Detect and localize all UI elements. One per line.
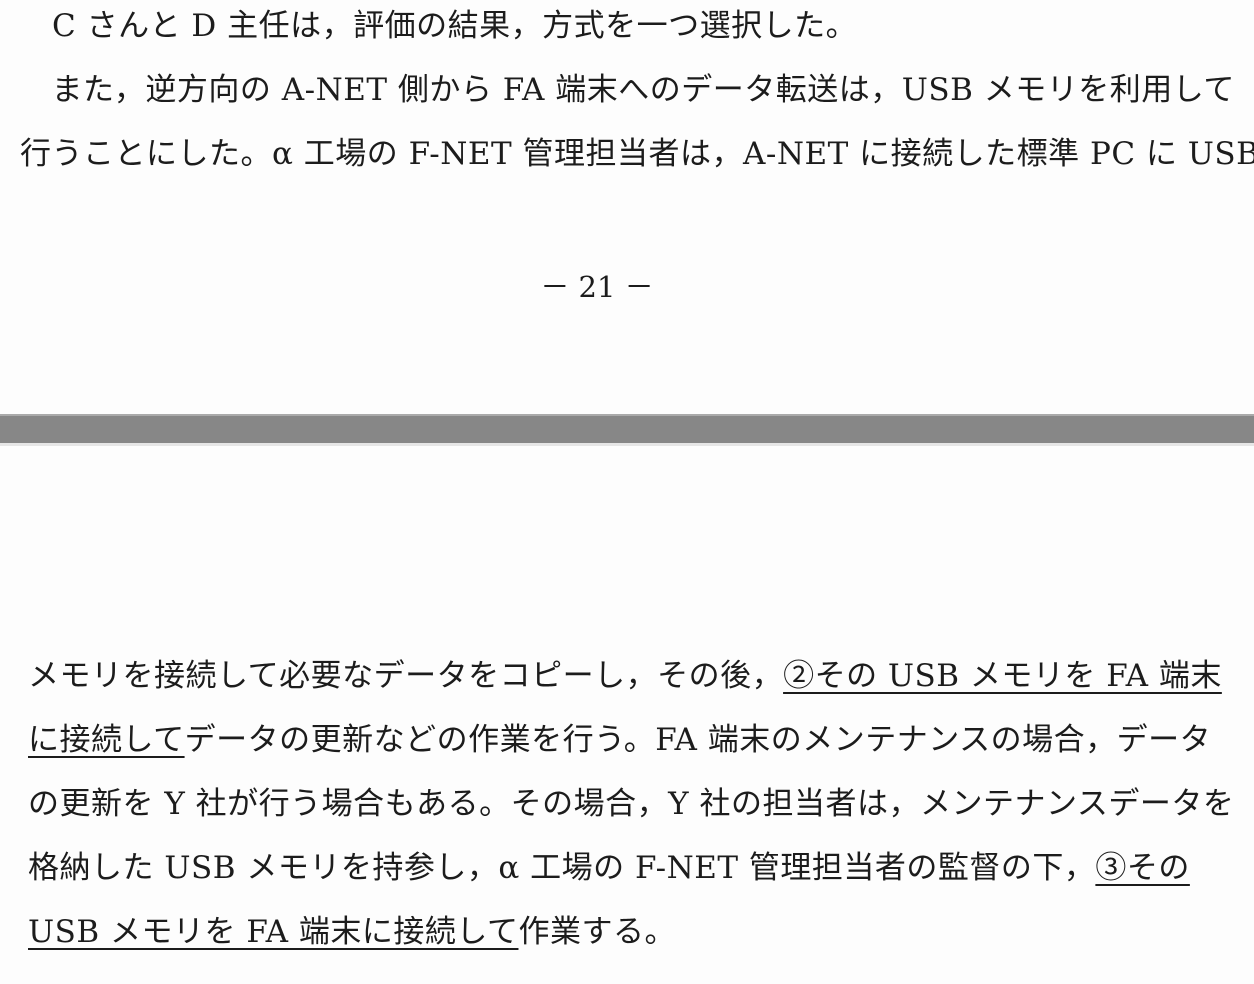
text-plain: メモリを接続して必要なデータをコピーし，その後， <box>28 658 784 694</box>
text-line-3: 行うことにした。α 工場の F-NET 管理担当者は，A-NET に接続した標準… <box>20 136 1254 172</box>
underlined-phrase-2-cont: に接続して <box>28 722 185 758</box>
text-line-1: C さんと D 主任は，評価の結果，方式を一つ選択した。 <box>52 8 858 44</box>
page-top: C さんと D 主任は，評価の結果，方式を一つ選択した。 また，逆方向の A-N… <box>0 0 1254 414</box>
page-bottom: メモリを接続して必要なデータをコピーし，その後，②その USB メモリを FA … <box>0 446 1254 984</box>
page-separator <box>0 414 1254 446</box>
text-line-2: また，逆方向の A-NET 側から FA 端末へのデータ転送は，USB メモリを… <box>20 72 1235 108</box>
text-plain: 作業する。 <box>518 914 676 950</box>
underlined-phrase-3-cont: USB メモリを FA 端末に接続して <box>28 914 519 950</box>
text-line-8: USB メモリを FA 端末に接続して作業する。 <box>28 912 676 952</box>
text-line-4: メモリを接続して必要なデータをコピーし，その後，②その USB メモリを FA … <box>28 656 1222 696</box>
text-line-5: に接続してデータの更新などの作業を行う。FA 端末のメンテナンスの場合，データ <box>28 720 1211 760</box>
text-plain: 格納した USB メモリを持参し，α 工場の F-NET 管理担当者の監督の下， <box>28 850 1096 886</box>
underlined-phrase-2: ②その USB メモリを FA 端末 <box>783 658 1222 694</box>
text-line-7: 格納した USB メモリを持参し，α 工場の F-NET 管理担当者の監督の下，… <box>28 848 1190 888</box>
underlined-phrase-3: ③その <box>1095 850 1190 886</box>
text-plain: データの更新などの作業を行う。FA 端末のメンテナンスの場合，データ <box>184 722 1212 758</box>
page-number: － 21 － <box>540 270 654 304</box>
text-line-6: の更新を Y 社が行う場合もある。その場合，Y 社の担当者は，メンテナンスデータ… <box>28 786 1235 822</box>
